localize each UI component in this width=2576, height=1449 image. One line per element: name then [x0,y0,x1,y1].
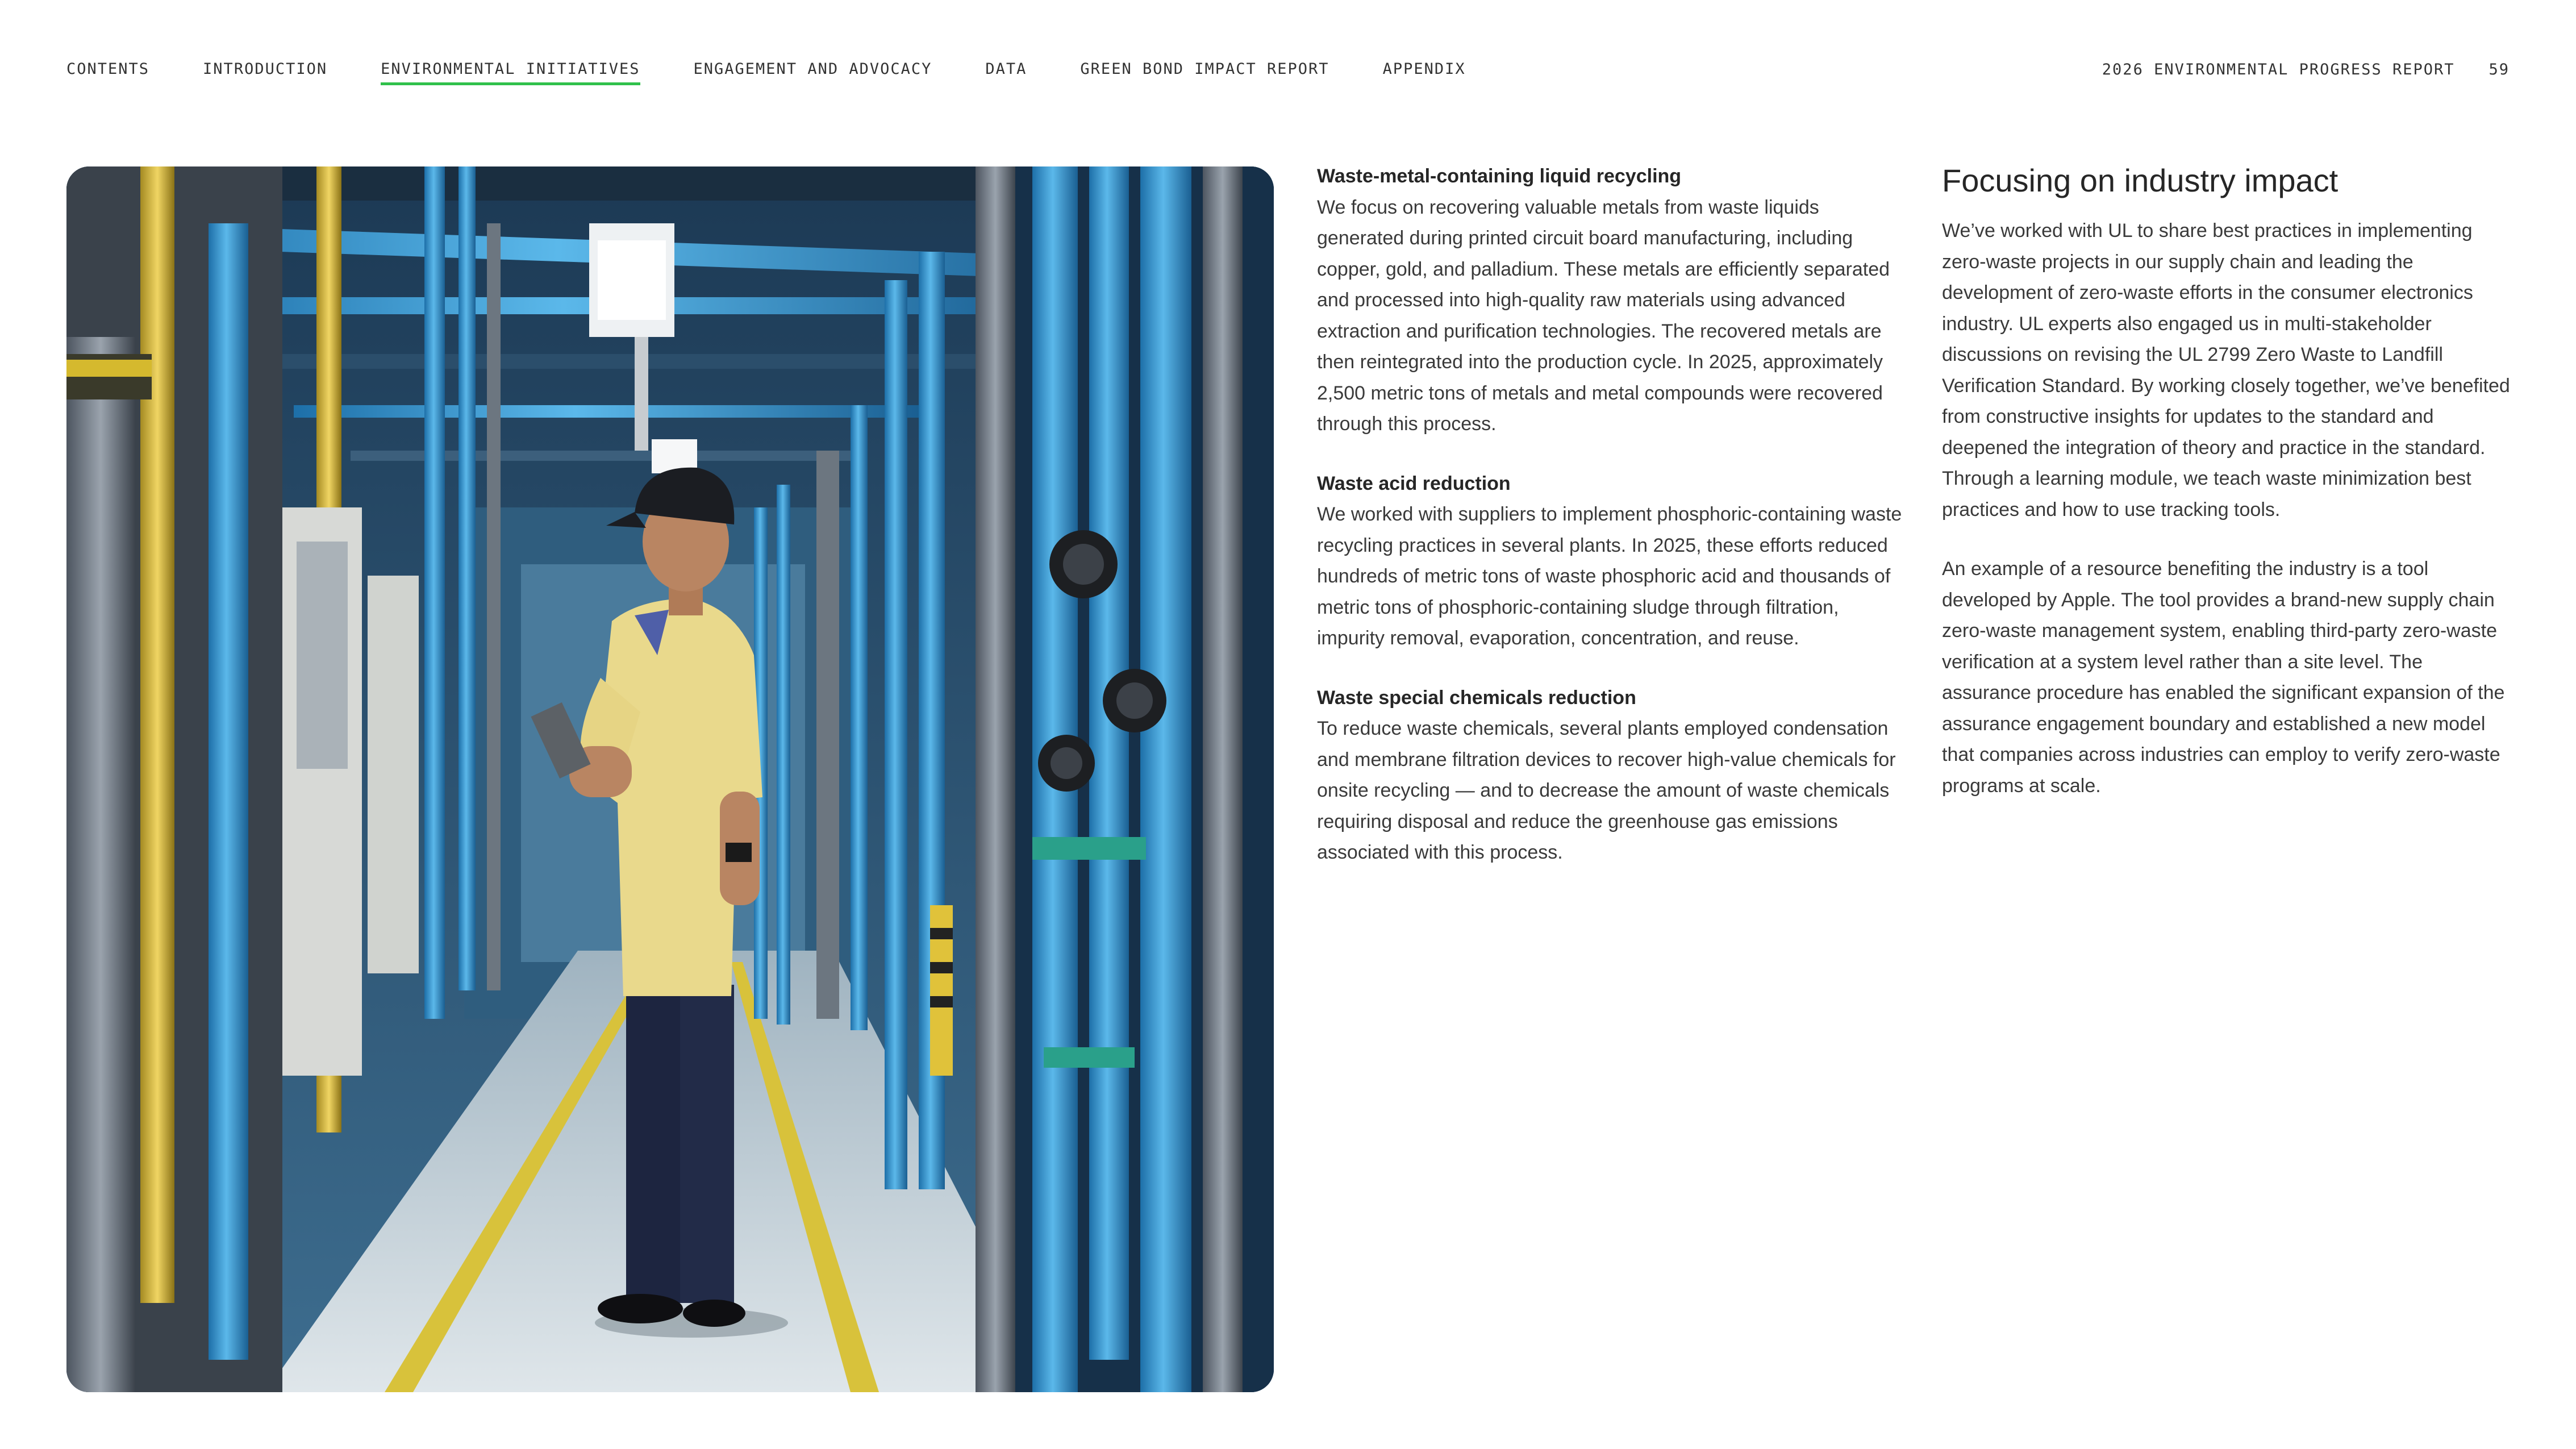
page-number: 59 [2489,60,2510,78]
section-waste-acid-reduction: Waste acid reduction We worked with supp… [1317,468,1902,654]
section-waste-special-chemicals-reduction: Waste special chemicals reduction To red… [1317,682,1902,868]
section-body: To reduce waste chemicals, several plant… [1317,718,1896,863]
industry-impact-paragraph-2: An example of a resource benefiting the … [1942,558,2505,797]
industry-impact-paragraph-1: We’ve worked with UL to share best pract… [1942,220,2510,521]
section-heading: Waste-metal-containing liquid recycling [1317,165,1682,187]
section-waste-metal-liquid-recycling: Waste-metal-containing liquid recycling … [1317,161,1902,440]
section-heading: Waste acid reduction [1317,472,1511,494]
nav-item-data[interactable]: DATA [985,56,1027,83]
section-heading: Waste special chemicals reduction [1317,686,1636,709]
factory-worker-photo [66,166,1274,1392]
section-body: We worked with suppliers to implement ph… [1317,503,1902,649]
report-header: 2026 ENVIRONMENTAL PROGRESS REPORT 59 [2102,56,2510,83]
nav-item-green-bond-impact-report[interactable]: GREEN BOND IMPACT REPORT [1080,56,1329,83]
waste-reduction-column: Waste-metal-containing liquid recycling … [1317,161,1902,897]
nav-item-environmental-initiatives[interactable]: ENVIRONMENTAL INITIATIVES [381,56,640,85]
section-body: We focus on recovering valuable metals f… [1317,196,1890,435]
nav-item-engagement-and-advocacy[interactable]: ENGAGEMENT AND ADVOCACY [694,56,932,83]
top-navigation: CONTENTS INTRODUCTION ENVIRONMENTAL INIT… [66,56,1466,85]
nav-item-introduction[interactable]: INTRODUCTION [203,56,327,83]
industry-impact-heading: Focusing on industry impact [1942,163,2339,198]
industry-impact-column: Focusing on industry impact We’ve worked… [1942,161,2516,830]
nav-item-contents[interactable]: CONTENTS [66,56,149,83]
nav-item-appendix[interactable]: APPENDIX [1383,56,1466,83]
report-title: 2026 ENVIRONMENTAL PROGRESS REPORT [2102,60,2455,78]
